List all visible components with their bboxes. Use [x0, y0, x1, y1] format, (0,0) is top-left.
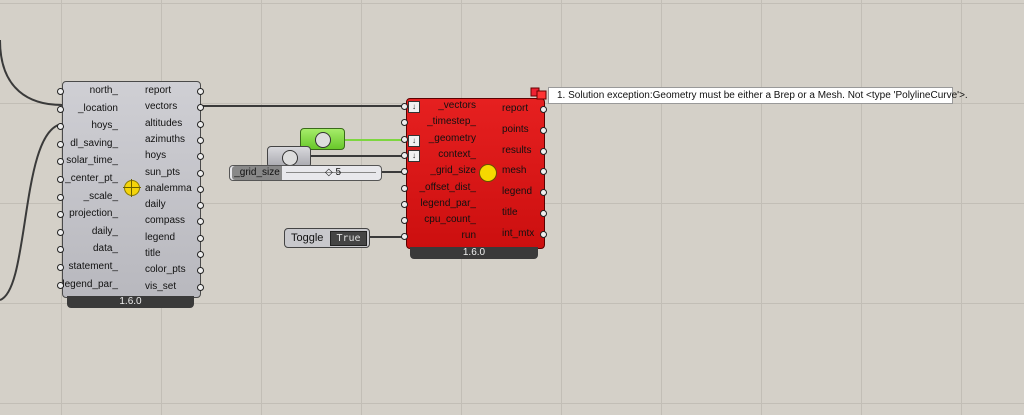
connection-port[interactable]: [197, 283, 204, 291]
radiation-output-mesh[interactable]: mesh: [502, 163, 540, 179]
connection-port[interactable]: [57, 88, 64, 95]
sunpath-input-legendpar[interactable]: legend_par_: [62, 277, 118, 293]
sunpath-input-solartime[interactable]: solar_time_: [62, 153, 118, 169]
radiation-input-run[interactable]: run: [412, 228, 476, 244]
sun-icon: [123, 179, 141, 197]
connection-port[interactable]: [540, 210, 547, 217]
sunpath-output-title[interactable]: title: [145, 246, 200, 262]
sunpath-output-legend[interactable]: legend: [145, 230, 200, 246]
connection-port[interactable]: [401, 103, 408, 110]
connection-port[interactable]: [540, 106, 547, 113]
connection-port[interactable]: [197, 251, 204, 258]
error-balloon-icon: [530, 87, 547, 100]
radiation-icon: [479, 164, 497, 182]
connection-port[interactable]: [57, 176, 64, 183]
toggle-value[interactable]: True: [330, 231, 367, 246]
sunpath-input-daily[interactable]: daily_: [62, 224, 118, 240]
sunpath-input-hoys[interactable]: hoys_: [62, 118, 118, 134]
slider-label: _grid_size: [232, 166, 282, 180]
sunpath-output-sunpts[interactable]: sun_pts: [145, 165, 200, 181]
sunpath-input-data[interactable]: data_: [62, 241, 118, 257]
connection-port[interactable]: [57, 193, 64, 201]
radiation-input-vectors[interactable]: _vectors: [412, 98, 476, 114]
connection-port[interactable]: [197, 185, 204, 193]
sunpath-output-report[interactable]: report: [145, 83, 200, 99]
connection-port[interactable]: [401, 151, 408, 159]
radiation-version: 1.6.0: [410, 247, 538, 259]
sunpath-output-vectors[interactable]: vectors: [145, 99, 200, 115]
connection-port[interactable]: [540, 230, 547, 238]
sunpath-output-analemma[interactable]: analemma: [145, 181, 200, 197]
slider-value: ◇ 5: [325, 167, 342, 178]
radiation-input-context[interactable]: context_: [412, 147, 476, 163]
radiation-input-geometry[interactable]: _geometry: [412, 131, 476, 147]
connection-port[interactable]: [401, 135, 408, 143]
sunpath-input-scale[interactable]: _scale_: [62, 189, 118, 205]
sunpath-output-azimuths[interactable]: azimuths: [145, 132, 200, 148]
connection-port[interactable]: [57, 264, 64, 271]
connection-port[interactable]: [540, 147, 547, 155]
connection-port[interactable]: [57, 140, 64, 148]
connection-port[interactable]: [401, 200, 408, 208]
sunpath-output-daily[interactable]: daily: [145, 197, 200, 213]
sunpath-output-altitudes[interactable]: altitudes: [145, 116, 200, 132]
sunpath-output-visset[interactable]: vis_set: [145, 279, 200, 295]
radiation-output-results[interactable]: results: [502, 143, 540, 159]
connection-port[interactable]: [57, 228, 64, 236]
sunpath-output-colorpts[interactable]: color_pts: [145, 262, 200, 278]
sunpath-input-projection[interactable]: projection_: [62, 206, 118, 222]
connection-port[interactable]: [197, 120, 204, 128]
radiation-output-report[interactable]: report: [502, 101, 540, 117]
grid-size-slider[interactable]: _grid_size ◇ 5: [229, 165, 382, 181]
radiation-input-cpucount[interactable]: cpu_count_: [412, 212, 476, 228]
sunpath-output-compass[interactable]: compass: [145, 213, 200, 229]
error-message: 1. Solution exception:Geometry must be e…: [548, 87, 968, 104]
sunpath-output-hoys[interactable]: hoys: [145, 148, 200, 164]
sunpath-input-centerpt[interactable]: _center_pt_: [62, 171, 118, 187]
sunpath-input-statement[interactable]: statement_: [62, 259, 118, 275]
connection-port[interactable]: [540, 126, 547, 134]
toggle-label: Toggle: [291, 232, 324, 244]
sunpath-version: 1.6.0: [67, 296, 194, 308]
radiation-input-timestep[interactable]: _timestep_: [412, 114, 476, 130]
boolean-toggle[interactable]: Toggle True: [284, 228, 370, 248]
sunpath-input-location[interactable]: _location: [62, 101, 118, 117]
radiation-output-legend[interactable]: legend: [502, 184, 540, 200]
connection-port[interactable]: [197, 88, 204, 95]
connection-port[interactable]: [197, 169, 204, 177]
connection-port[interactable]: [57, 281, 64, 289]
geometry-icon: [315, 132, 331, 148]
connection-port[interactable]: [197, 234, 204, 242]
radiation-output-points[interactable]: points: [502, 122, 540, 138]
radiation-input-offsetdist[interactable]: _offset_dist_: [412, 180, 476, 196]
sunpath-input-dlsaving[interactable]: dl_saving_: [62, 136, 118, 152]
radiation-output-title[interactable]: title: [502, 205, 540, 221]
radiation-output-intmtx[interactable]: int_mtx: [502, 226, 540, 242]
connection-port[interactable]: [197, 136, 204, 144]
connection-port[interactable]: [57, 105, 64, 113]
radiation-input-legendpar[interactable]: legend_par_: [412, 196, 476, 212]
radiation-input-gridsize[interactable]: _grid_size: [412, 163, 476, 179]
connection-port[interactable]: [401, 184, 408, 192]
sunpath-input-north[interactable]: north_: [62, 83, 118, 99]
param-icon: [282, 150, 298, 166]
